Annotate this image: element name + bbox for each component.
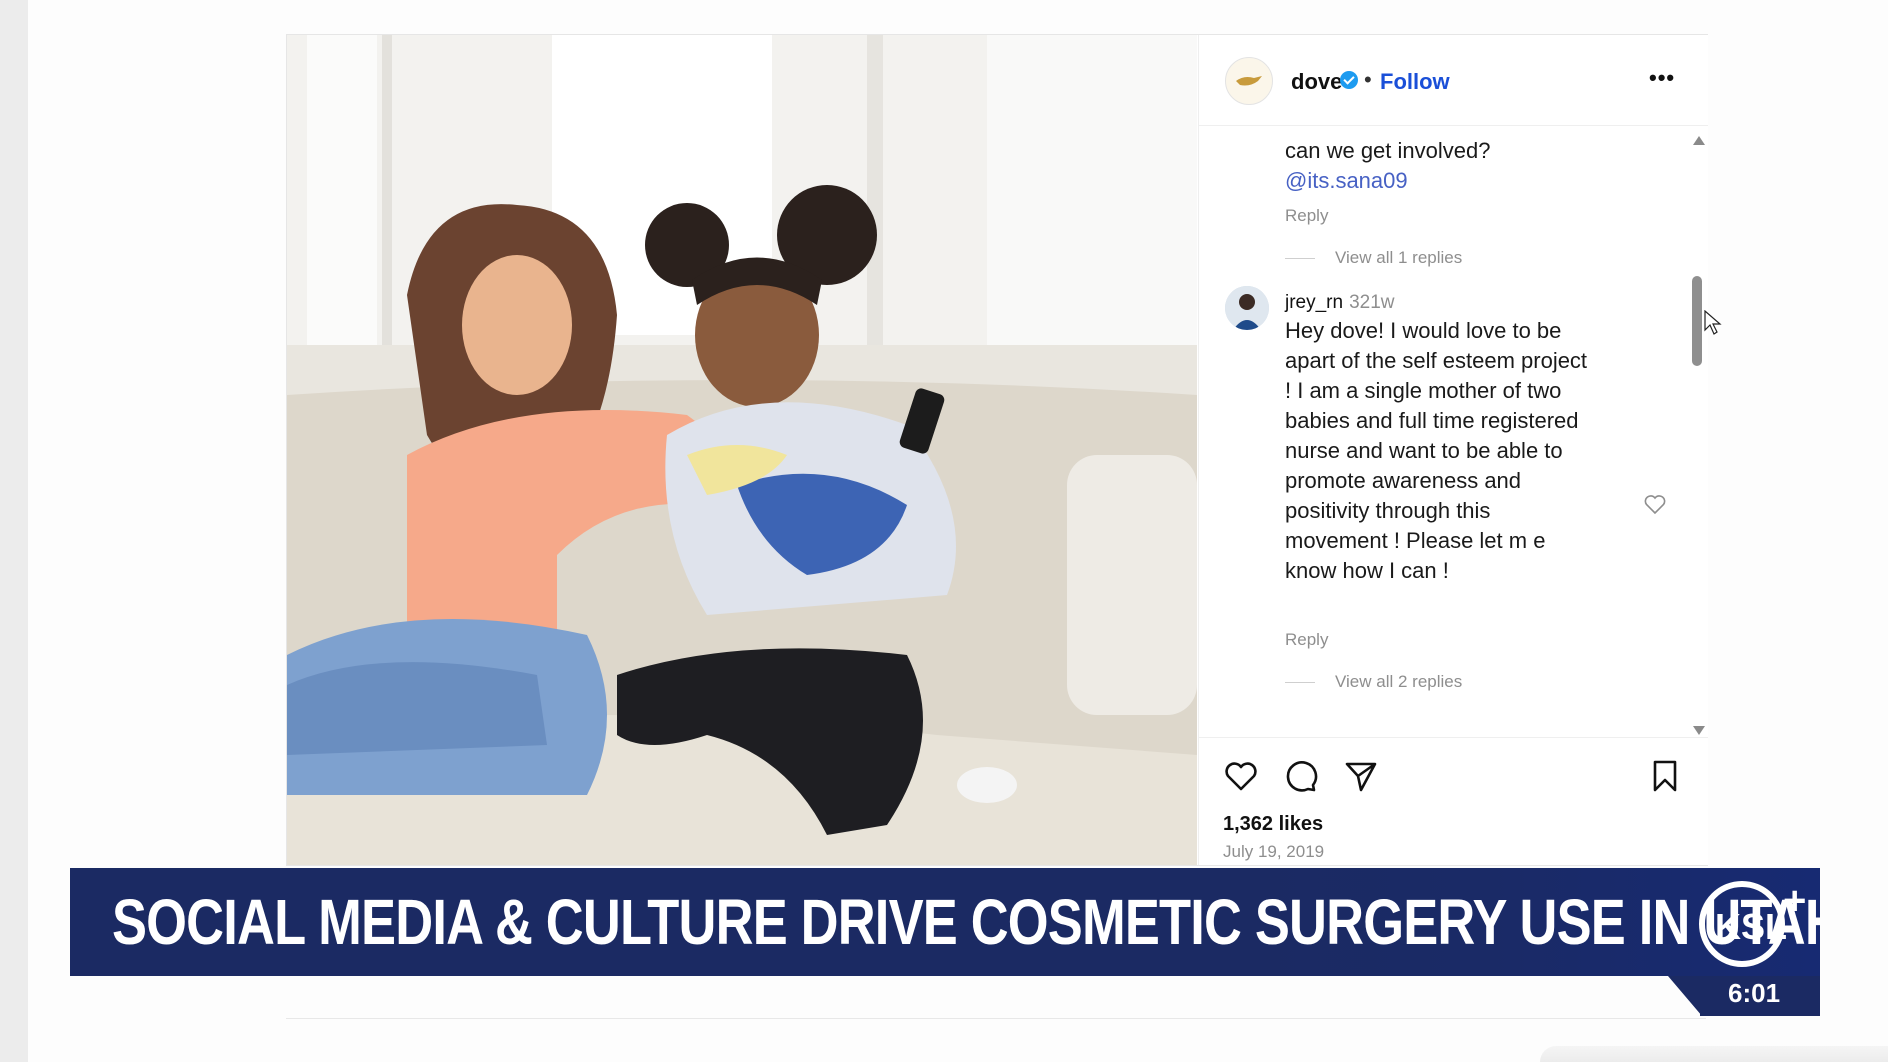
reply-button[interactable]: Reply: [1285, 206, 1328, 226]
comment-text: Hey dove! I would love to be apart of th…: [1285, 316, 1587, 586]
comments-scrollbar[interactable]: [1690, 136, 1705, 736]
follow-button[interactable]: Follow: [1380, 69, 1450, 95]
mouse-pointer-icon: [1704, 310, 1722, 335]
commenter-avatar[interactable]: [1225, 286, 1269, 330]
comment-text-line: Hey dove! I would love to be: [1285, 318, 1562, 343]
scrollbar-thumb[interactable]: [1692, 276, 1702, 366]
view-replies-button[interactable]: View all 1 replies: [1285, 248, 1462, 268]
instagram-post: dove • Follow ••• can we get involved? @…: [286, 34, 1708, 866]
ksl-logo: KSL +: [1680, 868, 1820, 1014]
comment-text-line: promote awareness and: [1285, 468, 1522, 493]
post-date: July 19, 2019: [1223, 842, 1325, 861]
comment-bubble-icon[interactable]: [1283, 758, 1319, 794]
view-replies-button[interactable]: View all 2 replies: [1285, 672, 1462, 692]
verified-badge-icon: [1340, 71, 1358, 89]
view-replies-line: [1285, 258, 1315, 260]
reply-button[interactable]: Reply: [1285, 630, 1328, 650]
share-send-icon[interactable]: [1343, 758, 1379, 794]
comment-text-line: apart of the self esteem project: [1285, 348, 1588, 373]
comment-text-line: can we get involved?: [1285, 138, 1491, 163]
comment-author[interactable]: jrey_rn 321w: [1285, 292, 1395, 314]
left-edge-strip: [0, 0, 28, 1062]
post-header: dove • Follow •••: [1199, 35, 1708, 126]
ksl-logo-text: KSL: [1715, 906, 1787, 947]
post-sidebar: dove • Follow ••• can we get involved? @…: [1198, 35, 1708, 865]
comment-text-line: positivity through this: [1285, 498, 1491, 523]
bottom-corner-shadow: [1540, 1046, 1888, 1062]
more-options-icon[interactable]: •••: [1649, 65, 1675, 91]
scroll-down-arrow-icon[interactable]: [1693, 726, 1705, 735]
post-actions: 1,362 likes July 19, 2019: [1199, 737, 1708, 866]
comment-mention-link[interactable]: @its.sana09: [1285, 166, 1490, 196]
post-photo: [287, 35, 1197, 865]
page-divider: [286, 1018, 1706, 1019]
view-replies-label: View all 1 replies: [1335, 248, 1463, 267]
comment-text-line: ! I am a single mother of two: [1285, 378, 1562, 403]
header-separator: •: [1364, 67, 1372, 92]
avatar-photo: [1225, 286, 1269, 330]
comment-text-line: babies and full time registered: [1285, 408, 1579, 433]
ksl-logo-mark-icon: KSL +: [1699, 879, 1806, 967]
view-replies-line: [1285, 682, 1315, 684]
comment-text-line: movement ! Please let m e: [1285, 528, 1546, 553]
dove-avatar[interactable]: [1225, 57, 1273, 105]
likes-count[interactable]: 1,362 likes: [1223, 813, 1323, 836]
ksl-logo-plus: +: [1783, 879, 1806, 923]
news-headline: SOCIAL MEDIA & CULTURE DRIVE COSMETIC SU…: [112, 886, 1820, 958]
scroll-up-arrow-icon[interactable]: [1693, 136, 1705, 145]
comment-timestamp: 321w: [1349, 292, 1395, 313]
view-replies-label: View all 2 replies: [1335, 672, 1463, 691]
comments-list: can we get involved? @its.sana09 Reply V…: [1199, 126, 1708, 736]
news-lower-third-banner: SOCIAL MEDIA & CULTURE DRIVE COSMETIC SU…: [70, 868, 1820, 976]
comment-text-line: nurse and want to be able to: [1285, 438, 1563, 463]
like-heart-icon[interactable]: [1223, 758, 1259, 794]
dove-logo-icon: [1236, 76, 1262, 86]
comment-text: can we get involved? @its.sana09: [1285, 136, 1490, 196]
post-username[interactable]: dove: [1291, 69, 1342, 95]
save-bookmark-icon[interactable]: [1647, 758, 1683, 794]
photo-illustration: [287, 35, 1197, 865]
comment-like-heart-icon[interactable]: [1643, 492, 1667, 516]
comment-text-line: know how I can !: [1285, 558, 1449, 583]
comment-username[interactable]: jrey_rn: [1285, 292, 1343, 313]
